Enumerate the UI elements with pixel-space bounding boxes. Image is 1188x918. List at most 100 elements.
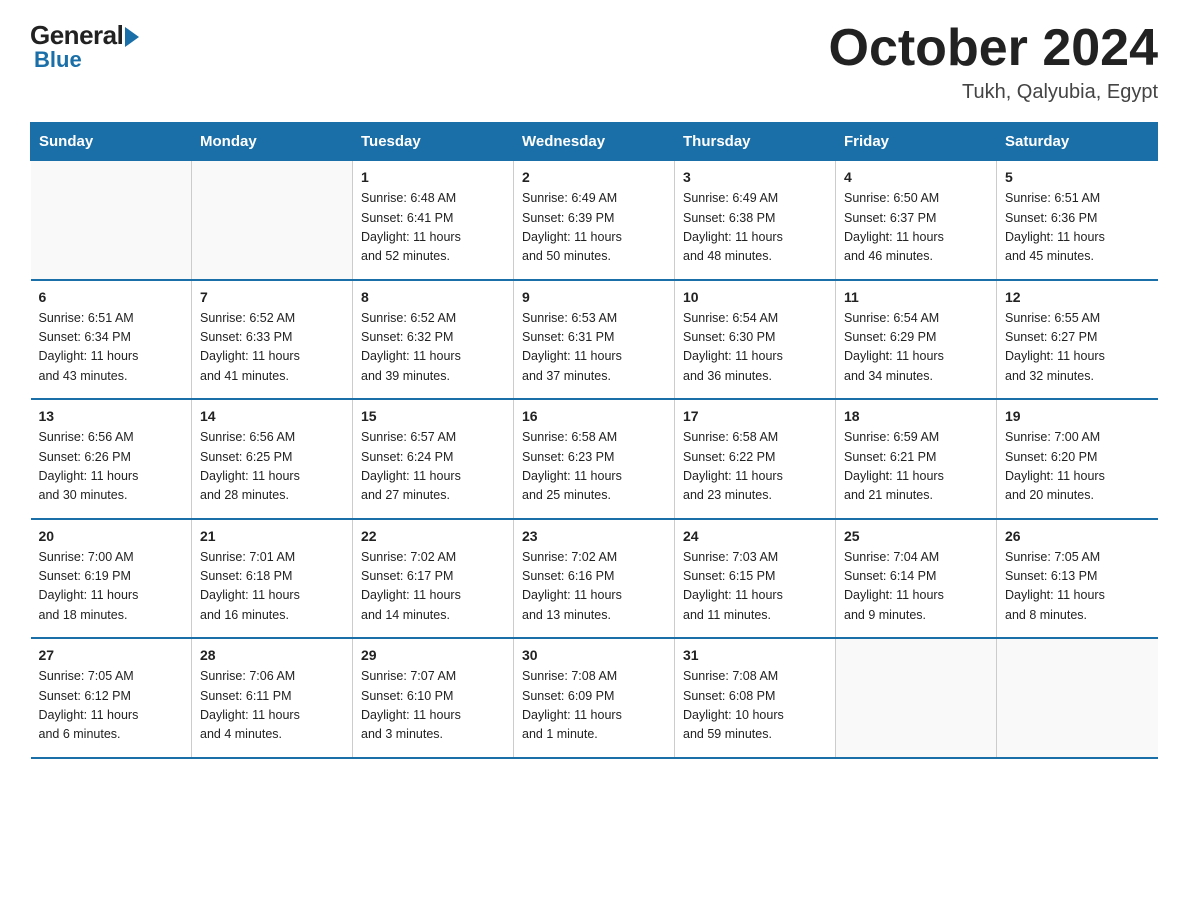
day-number: 21 bbox=[200, 528, 344, 544]
day-number: 12 bbox=[1005, 289, 1150, 305]
day-info: Sunrise: 7:01 AM Sunset: 6:18 PM Dayligh… bbox=[200, 548, 344, 626]
calendar-cell: 25 Sunrise: 7:04 AM Sunset: 6:14 PM Dayli… bbox=[836, 519, 997, 639]
weekday-header-friday: Friday bbox=[836, 123, 997, 161]
weekday-header-thursday: Thursday bbox=[675, 123, 836, 161]
day-number: 31 bbox=[683, 647, 827, 663]
calendar-cell: 4Sunrise: 6:50 AM Sunset: 6:37 PM Daylig… bbox=[836, 161, 997, 280]
calendar-cell: 2 Sunrise: 6:49 AM Sunset: 6:39 PM Daylig… bbox=[514, 161, 675, 280]
day-number: 16 bbox=[522, 408, 666, 424]
day-info: Sunrise: 6:48 AM Sunset: 6:41 PM Dayligh… bbox=[361, 189, 505, 267]
calendar-cell: 11Sunrise: 6:54 AM Sunset: 6:29 PM Dayli… bbox=[836, 280, 997, 400]
day-number: 1 bbox=[361, 169, 505, 185]
day-info: Sunrise: 7:04 AM Sunset: 6:14 PM Dayligh… bbox=[844, 548, 988, 626]
day-info: Sunrise: 6:57 AM Sunset: 6:24 PM Dayligh… bbox=[361, 428, 505, 506]
day-info: Sunrise: 6:56 AM Sunset: 6:25 PM Dayligh… bbox=[200, 428, 344, 506]
weekday-header-row: SundayMondayTuesdayWednesdayThursdayFrid… bbox=[31, 123, 1158, 161]
calendar-cell: 14 Sunrise: 6:56 AM Sunset: 6:25 PM Dayli… bbox=[192, 399, 353, 519]
calendar-cell: 29Sunrise: 7:07 AM Sunset: 6:10 PM Dayli… bbox=[353, 638, 514, 758]
weekday-header-saturday: Saturday bbox=[997, 123, 1158, 161]
day-info: Sunrise: 7:02 AM Sunset: 6:16 PM Dayligh… bbox=[522, 548, 666, 626]
day-number: 17 bbox=[683, 408, 827, 424]
calendar-cell: 5 Sunrise: 6:51 AM Sunset: 6:36 PM Daylig… bbox=[997, 161, 1158, 280]
day-info: Sunrise: 6:52 AM Sunset: 6:32 PM Dayligh… bbox=[361, 309, 505, 387]
calendar-cell: 13 Sunrise: 6:56 AM Sunset: 6:26 PM Dayli… bbox=[31, 399, 192, 519]
week-row-4: 20 Sunrise: 7:00 AM Sunset: 6:19 PM Dayli… bbox=[31, 519, 1158, 639]
calendar-cell: 23 Sunrise: 7:02 AM Sunset: 6:16 PM Dayli… bbox=[514, 519, 675, 639]
day-number: 27 bbox=[39, 647, 184, 663]
calendar-cell: 17 Sunrise: 6:58 AM Sunset: 6:22 PM Dayli… bbox=[675, 399, 836, 519]
day-info: Sunrise: 6:56 AM Sunset: 6:26 PM Dayligh… bbox=[39, 428, 184, 506]
day-number: 25 bbox=[844, 528, 988, 544]
day-info: Sunrise: 7:06 AM Sunset: 6:11 PM Dayligh… bbox=[200, 667, 344, 745]
day-info: Sunrise: 7:02 AM Sunset: 6:17 PM Dayligh… bbox=[361, 548, 505, 626]
day-info: Sunrise: 7:03 AM Sunset: 6:15 PM Dayligh… bbox=[683, 548, 827, 626]
calendar-cell: 22Sunrise: 7:02 AM Sunset: 6:17 PM Dayli… bbox=[353, 519, 514, 639]
calendar-cell: 24 Sunrise: 7:03 AM Sunset: 6:15 PM Dayli… bbox=[675, 519, 836, 639]
week-row-1: 1 Sunrise: 6:48 AM Sunset: 6:41 PM Daylig… bbox=[31, 161, 1158, 280]
calendar-cell bbox=[997, 638, 1158, 758]
day-number: 19 bbox=[1005, 408, 1150, 424]
page-header: General Blue October 2024 Tukh, Qalyubia… bbox=[30, 20, 1158, 104]
day-info: Sunrise: 7:05 AM Sunset: 6:13 PM Dayligh… bbox=[1005, 548, 1150, 626]
day-number: 7 bbox=[200, 289, 344, 305]
day-number: 24 bbox=[683, 528, 827, 544]
calendar-cell: 21 Sunrise: 7:01 AM Sunset: 6:18 PM Dayli… bbox=[192, 519, 353, 639]
calendar-cell: 12Sunrise: 6:55 AM Sunset: 6:27 PM Dayli… bbox=[997, 280, 1158, 400]
day-number: 23 bbox=[522, 528, 666, 544]
calendar-cell: 16 Sunrise: 6:58 AM Sunset: 6:23 PM Dayli… bbox=[514, 399, 675, 519]
calendar-cell: 1 Sunrise: 6:48 AM Sunset: 6:41 PM Daylig… bbox=[353, 161, 514, 280]
day-info: Sunrise: 6:51 AM Sunset: 6:36 PM Dayligh… bbox=[1005, 189, 1150, 267]
weekday-header-wednesday: Wednesday bbox=[514, 123, 675, 161]
calendar-cell: 30 Sunrise: 7:08 AM Sunset: 6:09 PM Dayli… bbox=[514, 638, 675, 758]
calendar-table: SundayMondayTuesdayWednesdayThursdayFrid… bbox=[30, 122, 1158, 759]
day-number: 11 bbox=[844, 289, 988, 305]
day-number: 10 bbox=[683, 289, 827, 305]
location-text: Tukh, Qalyubia, Egypt bbox=[829, 81, 1159, 104]
day-info: Sunrise: 6:59 AM Sunset: 6:21 PM Dayligh… bbox=[844, 428, 988, 506]
calendar-cell: 18Sunrise: 6:59 AM Sunset: 6:21 PM Dayli… bbox=[836, 399, 997, 519]
month-title: October 2024 bbox=[829, 20, 1159, 77]
day-number: 13 bbox=[39, 408, 184, 424]
day-number: 26 bbox=[1005, 528, 1150, 544]
day-info: Sunrise: 7:00 AM Sunset: 6:19 PM Dayligh… bbox=[39, 548, 184, 626]
day-info: Sunrise: 7:08 AM Sunset: 6:09 PM Dayligh… bbox=[522, 667, 666, 745]
day-info: Sunrise: 7:08 AM Sunset: 6:08 PM Dayligh… bbox=[683, 667, 827, 745]
week-row-2: 6Sunrise: 6:51 AM Sunset: 6:34 PM Daylig… bbox=[31, 280, 1158, 400]
title-block: October 2024 Tukh, Qalyubia, Egypt bbox=[829, 20, 1159, 104]
logo-arrow-icon bbox=[125, 27, 139, 47]
logo: General Blue bbox=[30, 20, 139, 73]
day-info: Sunrise: 6:49 AM Sunset: 6:39 PM Dayligh… bbox=[522, 189, 666, 267]
day-info: Sunrise: 6:52 AM Sunset: 6:33 PM Dayligh… bbox=[200, 309, 344, 387]
day-number: 15 bbox=[361, 408, 505, 424]
week-row-5: 27 Sunrise: 7:05 AM Sunset: 6:12 PM Dayli… bbox=[31, 638, 1158, 758]
day-info: Sunrise: 6:54 AM Sunset: 6:30 PM Dayligh… bbox=[683, 309, 827, 387]
calendar-cell: 20 Sunrise: 7:00 AM Sunset: 6:19 PM Dayli… bbox=[31, 519, 192, 639]
weekday-header-tuesday: Tuesday bbox=[353, 123, 514, 161]
day-info: Sunrise: 7:00 AM Sunset: 6:20 PM Dayligh… bbox=[1005, 428, 1150, 506]
calendar-cell: 31 Sunrise: 7:08 AM Sunset: 6:08 PM Dayli… bbox=[675, 638, 836, 758]
calendar-cell: 10 Sunrise: 6:54 AM Sunset: 6:30 PM Dayli… bbox=[675, 280, 836, 400]
calendar-cell: 28 Sunrise: 7:06 AM Sunset: 6:11 PM Dayli… bbox=[192, 638, 353, 758]
day-number: 5 bbox=[1005, 169, 1150, 185]
calendar-cell: 6Sunrise: 6:51 AM Sunset: 6:34 PM Daylig… bbox=[31, 280, 192, 400]
day-number: 9 bbox=[522, 289, 666, 305]
day-info: Sunrise: 6:58 AM Sunset: 6:22 PM Dayligh… bbox=[683, 428, 827, 506]
calendar-cell: 8 Sunrise: 6:52 AM Sunset: 6:32 PM Daylig… bbox=[353, 280, 514, 400]
day-info: Sunrise: 6:50 AM Sunset: 6:37 PM Dayligh… bbox=[844, 189, 988, 267]
day-info: Sunrise: 6:58 AM Sunset: 6:23 PM Dayligh… bbox=[522, 428, 666, 506]
day-number: 28 bbox=[200, 647, 344, 663]
day-number: 30 bbox=[522, 647, 666, 663]
logo-blue-text: Blue bbox=[34, 47, 82, 73]
calendar-cell: 27 Sunrise: 7:05 AM Sunset: 6:12 PM Dayli… bbox=[31, 638, 192, 758]
day-info: Sunrise: 6:53 AM Sunset: 6:31 PM Dayligh… bbox=[522, 309, 666, 387]
calendar-cell: 19 Sunrise: 7:00 AM Sunset: 6:20 PM Dayli… bbox=[997, 399, 1158, 519]
day-number: 20 bbox=[39, 528, 184, 544]
day-info: Sunrise: 7:05 AM Sunset: 6:12 PM Dayligh… bbox=[39, 667, 184, 745]
calendar-cell: 9 Sunrise: 6:53 AM Sunset: 6:31 PM Daylig… bbox=[514, 280, 675, 400]
calendar-cell: 3Sunrise: 6:49 AM Sunset: 6:38 PM Daylig… bbox=[675, 161, 836, 280]
day-number: 8 bbox=[361, 289, 505, 305]
day-number: 2 bbox=[522, 169, 666, 185]
day-number: 14 bbox=[200, 408, 344, 424]
day-number: 6 bbox=[39, 289, 184, 305]
weekday-header-monday: Monday bbox=[192, 123, 353, 161]
